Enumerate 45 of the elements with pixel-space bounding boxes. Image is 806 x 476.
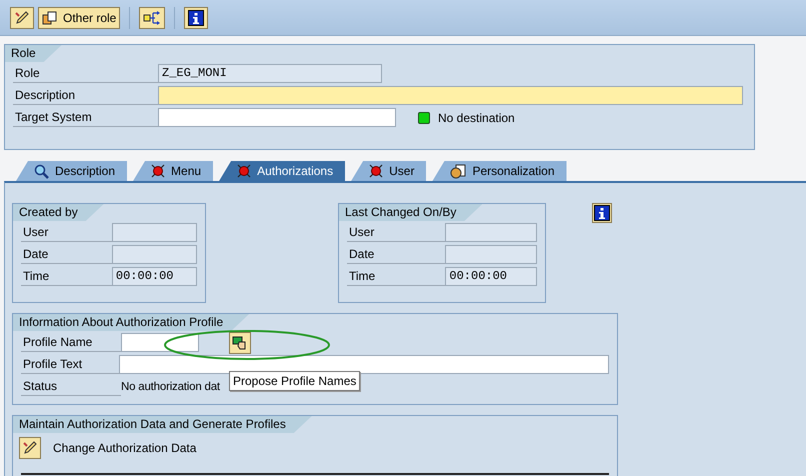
- tab[interactable]: Menu: [133, 161, 214, 181]
- magnifier-icon: [34, 164, 49, 178]
- input-field: Z_EG_MONI: [158, 64, 382, 83]
- info-icon: [188, 10, 204, 26]
- transport-button[interactable]: [139, 6, 166, 28]
- action-label[interactable]: Change Authorization Data: [53, 441, 196, 455]
- copy-icon: [42, 10, 58, 26]
- status-text: No destination: [438, 110, 515, 124]
- input-field: 00:00:00: [112, 267, 197, 286]
- tab[interactable]: Authorizations: [219, 161, 346, 181]
- group-title: Maintain Authorization Data and Generate Profiles: [13, 416, 312, 433]
- traffic-light-icon: [369, 164, 384, 178]
- group-title: Last Changed On/By: [339, 204, 482, 221]
- input-field[interactable]: [158, 108, 396, 127]
- info-button[interactable]: [592, 203, 612, 223]
- input-field: 00:00:00: [445, 267, 537, 286]
- hand-icon: [232, 334, 248, 350]
- status-text: No authorization dat: [121, 380, 220, 392]
- tab[interactable]: Description: [16, 161, 128, 181]
- edit-button[interactable]: [10, 6, 34, 28]
- field-label: Date: [21, 245, 112, 264]
- info-button[interactable]: [184, 6, 208, 28]
- field-label: Status: [21, 377, 121, 396]
- status-light-icon: [418, 112, 430, 124]
- traffic-light-icon: [151, 164, 166, 178]
- propose-button[interactable]: [229, 332, 251, 354]
- traffic-light-icon: [237, 164, 252, 178]
- tab[interactable]: User: [351, 161, 426, 181]
- input-field[interactable]: [121, 333, 199, 352]
- field-label: User: [21, 223, 112, 242]
- masks-icon: [450, 164, 466, 178]
- group-title: Created by: [13, 204, 104, 221]
- input-field[interactable]: [158, 86, 743, 105]
- edit-button[interactable]: [19, 437, 41, 459]
- pencil-icon: [14, 10, 30, 26]
- tab[interactable]: Personalization: [432, 161, 567, 181]
- input-field[interactable]: [119, 355, 609, 374]
- pencil-icon: [22, 440, 38, 456]
- group-title: Role: [5, 45, 62, 62]
- info-icon: [594, 205, 610, 221]
- network-icon: [143, 10, 162, 26]
- tooltip: Propose Profile Names: [229, 371, 360, 391]
- field-label: Time: [21, 267, 112, 286]
- other-role-button[interactable]: Other role: [38, 6, 120, 28]
- group-title: Information About Authorization Profile: [13, 314, 250, 331]
